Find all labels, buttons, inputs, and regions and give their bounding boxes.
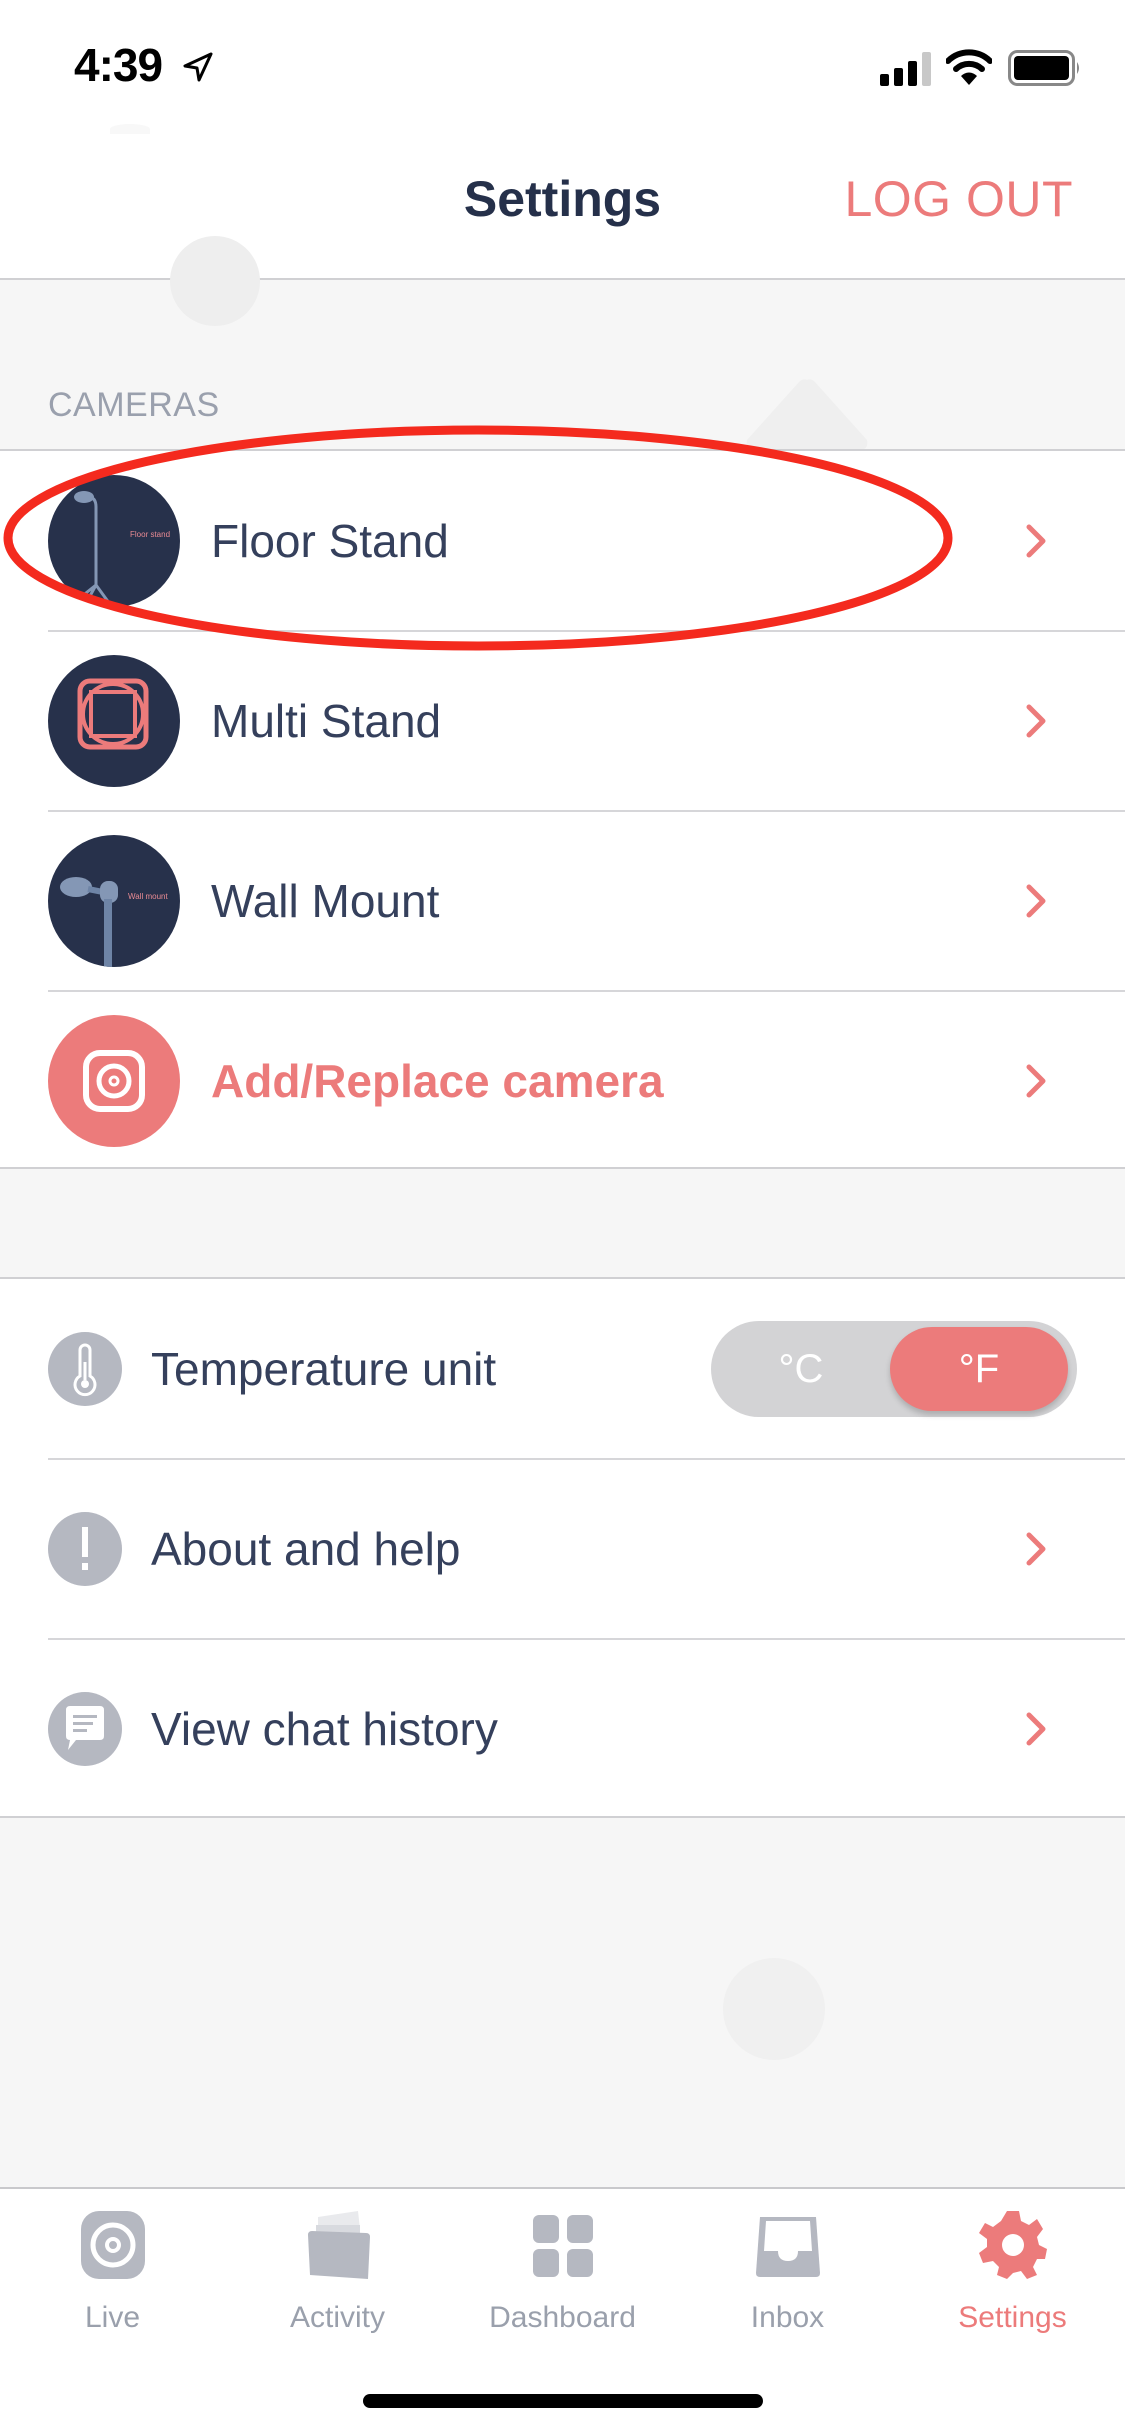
svg-text:Wall mount: Wall mount xyxy=(128,892,168,901)
gear-icon xyxy=(979,2211,1047,2279)
tab-inbox[interactable]: Inbox xyxy=(675,2211,900,2334)
camera-label: Floor Stand xyxy=(211,515,449,567)
tab-live[interactable]: Live xyxy=(0,2211,225,2334)
tab-label: Inbox xyxy=(750,2301,825,2334)
camera-label: Wall Mount xyxy=(211,875,440,927)
settings-list: Temperature unit °C °F About and help Vi… xyxy=(0,1277,1125,1818)
celsius-option[interactable]: °C xyxy=(711,1321,891,1417)
camera-icon xyxy=(48,1015,180,1147)
tab-settings[interactable]: Settings xyxy=(900,2211,1125,2334)
home-indicator xyxy=(363,2394,763,2408)
dashboard-grid-icon xyxy=(533,2215,593,2277)
thermometer-icon xyxy=(48,1332,122,1406)
chevron-right-icon xyxy=(1026,524,1046,558)
chevron-right-icon xyxy=(1026,704,1046,738)
tab-label: Settings xyxy=(958,2301,1067,2334)
background-decoration xyxy=(723,1958,825,2060)
inbox-tray-icon xyxy=(756,2217,820,2277)
camera-row-wall-mount[interactable]: Wall mount Wall Mount xyxy=(0,810,1125,991)
temperature-unit-row: Temperature unit °C °F xyxy=(0,1279,1125,1459)
battery-icon xyxy=(1008,50,1079,86)
chevron-right-icon xyxy=(1026,884,1046,918)
tab-label: Dashboard xyxy=(489,2301,636,2334)
camera-row-floor-stand[interactable]: Floor stand Floor Stand xyxy=(0,451,1125,631)
camera-row-multi-stand[interactable]: Multi Stand xyxy=(0,630,1125,811)
background-decoration xyxy=(746,379,868,450)
multi-stand-thumbnail xyxy=(48,655,180,787)
about-and-help-row[interactable]: About and help xyxy=(0,1458,1125,1639)
chevron-right-icon xyxy=(1026,1712,1046,1746)
location-arrow-icon xyxy=(183,52,213,82)
chevron-right-icon xyxy=(1026,1064,1046,1098)
svg-text:Floor stand: Floor stand xyxy=(130,530,170,539)
camera-label: Multi Stand xyxy=(211,695,442,747)
tab-label: Live xyxy=(84,2301,141,2334)
camera-list: Floor stand Floor Stand Multi Stand Wall… xyxy=(0,449,1125,1169)
background-decoration xyxy=(110,124,150,134)
view-chat-history-row[interactable]: View chat history xyxy=(0,1638,1125,1819)
temperature-unit-toggle[interactable]: °C °F xyxy=(711,1321,1077,1417)
exclamation-icon xyxy=(48,1512,122,1586)
live-camera-icon xyxy=(81,2211,145,2279)
floor-stand-thumbnail: Floor stand xyxy=(48,475,180,607)
status-time: 4:39 xyxy=(74,39,163,91)
activity-cards-icon xyxy=(308,2211,370,2279)
tab-dashboard[interactable]: Dashboard xyxy=(450,2211,675,2334)
wifi-icon xyxy=(946,49,992,85)
fahrenheit-option-selected[interactable]: °F xyxy=(890,1327,1068,1411)
chevron-right-icon xyxy=(1026,1532,1046,1566)
tab-activity[interactable]: Activity xyxy=(225,2211,450,2334)
add-replace-camera-row[interactable]: Add/Replace camera xyxy=(0,990,1125,1171)
cellular-signal-icon xyxy=(880,52,931,86)
setting-label: View chat history xyxy=(151,1703,498,1755)
wall-mount-thumbnail: Wall mount xyxy=(48,835,180,967)
section-label-cameras: CAMERAS xyxy=(48,386,220,424)
setting-label: About and help xyxy=(151,1523,461,1575)
tab-label: Activity xyxy=(289,2301,385,2334)
setting-label: Temperature unit xyxy=(151,1343,497,1395)
chat-bubble-icon xyxy=(48,1692,122,1766)
logout-button[interactable]: LOG OUT xyxy=(844,170,1073,228)
add-replace-camera-label: Add/Replace camera xyxy=(211,1055,664,1107)
background-decoration xyxy=(170,236,260,326)
